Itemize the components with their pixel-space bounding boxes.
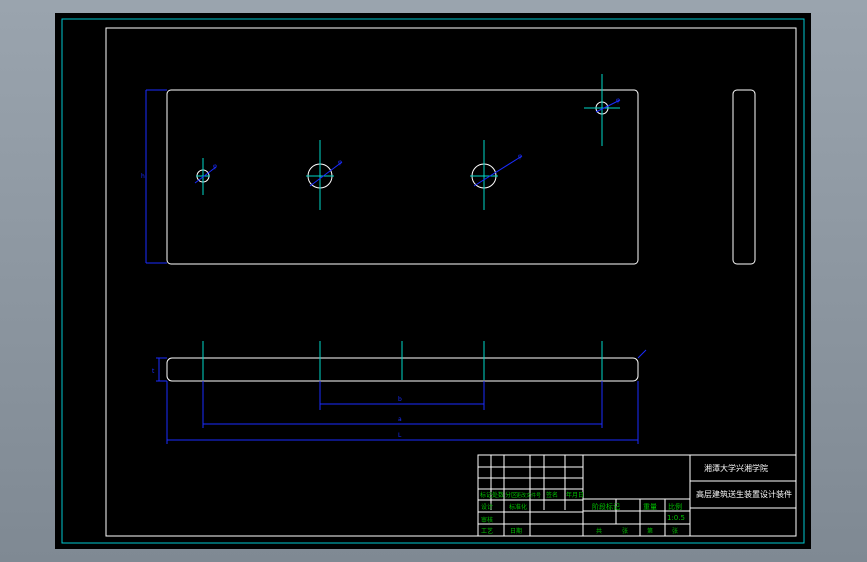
- svg-text:日期: 日期: [510, 527, 522, 535]
- svg-text:比例: 比例: [668, 502, 682, 511]
- svg-text:更改文件号: 更改文件号: [516, 492, 541, 499]
- scale-value: 1:0.5: [667, 514, 685, 522]
- svg-text:φ: φ: [338, 159, 342, 166]
- plate-height-dimension: h: [141, 173, 145, 180]
- svg-text:审核: 审核: [481, 516, 493, 524]
- svg-text:标记: 标记: [480, 491, 492, 499]
- svg-text:张: 张: [672, 527, 678, 535]
- svg-text:工艺: 工艺: [481, 527, 493, 535]
- svg-text:第: 第: [647, 527, 653, 535]
- svg-text:φ: φ: [213, 163, 217, 170]
- inner-span-dimension: a: [398, 416, 402, 423]
- mid-span-dimension: b: [398, 396, 402, 403]
- svg-text:φ: φ: [518, 153, 522, 160]
- school-name: 湘潭大学兴湘学院: [704, 463, 768, 473]
- svg-text:处数: 处数: [492, 491, 504, 499]
- svg-text:张: 张: [622, 527, 628, 535]
- svg-text:标准化: 标准化: [509, 503, 527, 511]
- svg-text:年月日: 年月日: [566, 491, 584, 499]
- svg-text:设计: 设计: [481, 503, 493, 511]
- cad-drawing-window: h φ φ φ φ t b a L 标记 处数 分区 更改文件号 签名 年月日 …: [55, 13, 811, 549]
- project-title: 高层建筑送生装置设计装件: [696, 489, 792, 499]
- svg-text:阶段标记: 阶段标记: [592, 502, 620, 511]
- svg-text:签名: 签名: [546, 491, 558, 499]
- svg-text:重量: 重量: [643, 503, 657, 511]
- svg-text:共: 共: [596, 527, 602, 535]
- drawing-canvas: [55, 13, 811, 549]
- svg-text:φ: φ: [616, 97, 620, 104]
